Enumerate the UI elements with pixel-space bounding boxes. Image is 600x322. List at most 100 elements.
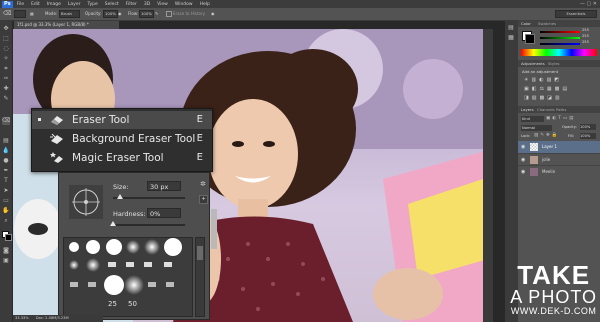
adjustment-icons-row-2[interactable]: ▣◧⚖▦▩▤ [524,86,570,92]
adjustment-icons-row-3[interactable]: ◨▧▩◪▥ [524,95,563,101]
brush-preset[interactable] [86,240,100,254]
blue-value[interactable]: 255 [582,40,589,44]
color-spectrum-bar[interactable] [521,49,597,56]
layer-filter-select[interactable]: Kind [521,116,544,122]
pressure-size-icon[interactable]: ◉ [211,11,215,16]
gradient-tool-icon[interactable]: ▤ [2,137,10,145]
hardness-slider-thumb[interactable] [110,221,116,226]
menu-edit[interactable]: Edit [31,2,40,7]
zoom-level[interactable]: 33.33% [15,316,29,320]
move-tool-icon[interactable]: ✥ [2,25,10,33]
tab-paths[interactable]: Paths [556,106,566,113]
menu-filter[interactable]: Filter [126,2,137,7]
tab-channels[interactable]: Channels [537,106,555,113]
menu-3d[interactable]: 3D [144,2,150,7]
brush-preset[interactable] [164,238,182,256]
brush-tool-icon[interactable]: ✎ [2,95,10,103]
layer-name[interactable]: jolie [542,157,550,162]
brush-preset[interactable] [69,242,79,252]
brush-preset-picker[interactable] [14,10,26,18]
brush-preset[interactable] [124,275,144,295]
zoom-tool-icon[interactable]: ⌕ [2,217,10,225]
menu-file[interactable]: File [17,2,25,7]
brush-preset[interactable] [126,240,140,254]
quick-mask-icon[interactable]: ◙ [2,247,10,255]
airbrush-icon[interactable]: ✎ [155,11,158,16]
scrollbar-thumb[interactable] [197,246,203,260]
green-slider[interactable] [540,37,580,39]
visibility-eye-icon[interactable]: ◉ [521,169,525,175]
red-slider[interactable] [540,31,580,33]
brush-preset[interactable] [106,239,122,255]
erase-history-checkbox[interactable] [166,11,172,17]
new-preset-icon[interactable]: + [199,195,208,204]
background-swatch[interactable] [525,34,535,44]
adjustment-icons-row-1[interactable]: ☀▥◐▨◩ [524,77,562,83]
brush-preset[interactable] [164,262,172,267]
flyout-item-magic-eraser[interactable]: Magic Eraser Tool E [32,149,212,167]
brush-preset[interactable] [86,258,100,272]
brush-panel-toggle-icon[interactable]: ▦ [30,11,34,16]
layer-row-meelin[interactable]: ◉ Meelin [518,165,600,178]
brush-preset[interactable] [126,262,134,267]
tab-styles[interactable]: Styles [548,60,560,67]
tab-swatches[interactable]: Swatches [538,20,556,27]
eraser-tool-icon[interactable]: ⌫ [2,117,10,125]
brush-preset[interactable] [166,282,174,287]
menu-type[interactable]: Type [87,2,97,7]
picker-settings-icon[interactable]: ✲ [200,180,206,188]
green-value[interactable]: 255 [582,34,589,38]
healing-tool-icon[interactable]: ✚ [2,85,10,93]
layer-filter-icons[interactable]: ▣◐T▭▤ [546,116,575,121]
size-slider-track[interactable] [113,197,185,199]
brush-preset[interactable] [108,262,116,267]
fill-input[interactable]: 100% [580,133,596,139]
menu-view[interactable]: View [157,2,168,7]
layer-name[interactable]: Meelin [542,169,555,174]
menu-image[interactable]: Image [47,2,61,7]
brush-preset[interactable] [70,282,78,287]
eraser-tool-preset-icon[interactable]: ⌫ [3,10,11,17]
brush-preset[interactable] [144,239,160,255]
flyout-item-eraser[interactable]: Eraser Tool E [32,111,212,129]
brush-preset[interactable] [88,282,96,287]
blend-mode-select[interactable]: Normal [521,125,552,131]
window-controls[interactable]: — ▢ ✕ [580,1,597,7]
layer-name[interactable]: Layer 1 [542,144,557,149]
pressure-opacity-icon[interactable]: ◉ [118,11,122,16]
blur-tool-icon[interactable]: 💧 [2,147,10,155]
mode-select[interactable]: Brush [59,10,80,18]
layer-row-layer-1[interactable]: ◉ Layer 1 [518,141,600,153]
properties-panel-icon[interactable]: ▦ [507,34,515,42]
path-select-tool-icon[interactable]: ➤ [2,187,10,195]
screen-mode-icon[interactable]: ▣ [2,257,10,265]
flow-input[interactable]: 100% [139,10,154,18]
background-color-swatch[interactable] [5,234,12,241]
flyout-item-background-eraser[interactable]: Background Eraser Tool E [32,130,212,148]
menu-help[interactable]: Help [200,2,210,7]
red-value[interactable]: 255 [582,28,589,32]
pen-tool-icon[interactable]: ✒ [2,167,10,175]
brush-angle-preview[interactable] [69,185,103,219]
blue-slider[interactable] [540,43,580,45]
opacity-input[interactable]: 100% [103,10,118,18]
crop-tool-icon[interactable]: ⌗ [2,65,10,73]
dodge-tool-icon[interactable]: ● [2,157,10,165]
menu-layer[interactable]: Layer [68,2,81,7]
presets-scrollbar[interactable] [195,237,205,317]
lasso-tool-icon[interactable]: ◌ [2,45,10,53]
brush-preset[interactable] [148,282,156,287]
history-panel-icon[interactable]: ▤ [507,24,515,32]
brush-preset[interactable] [104,275,124,295]
tab-layers[interactable]: Layers [521,106,534,113]
layer-opacity-input[interactable]: 100% [580,124,596,130]
workspace-switcher[interactable]: Essentials [555,10,597,18]
menu-window[interactable]: Window [175,2,193,7]
quick-select-tool-icon[interactable]: ✧ [2,55,10,63]
marquee-tool-icon[interactable]: ⬚ [2,35,10,43]
hardness-input[interactable]: 0% [147,208,181,218]
tab-color[interactable]: Color [521,20,531,27]
document-tab[interactable]: 1f1.psd @ 33.3% (Layer 1, RGB/8) * [14,21,119,29]
shape-tool-icon[interactable]: ▭ [2,197,10,205]
menu-select[interactable]: Select [105,2,119,7]
